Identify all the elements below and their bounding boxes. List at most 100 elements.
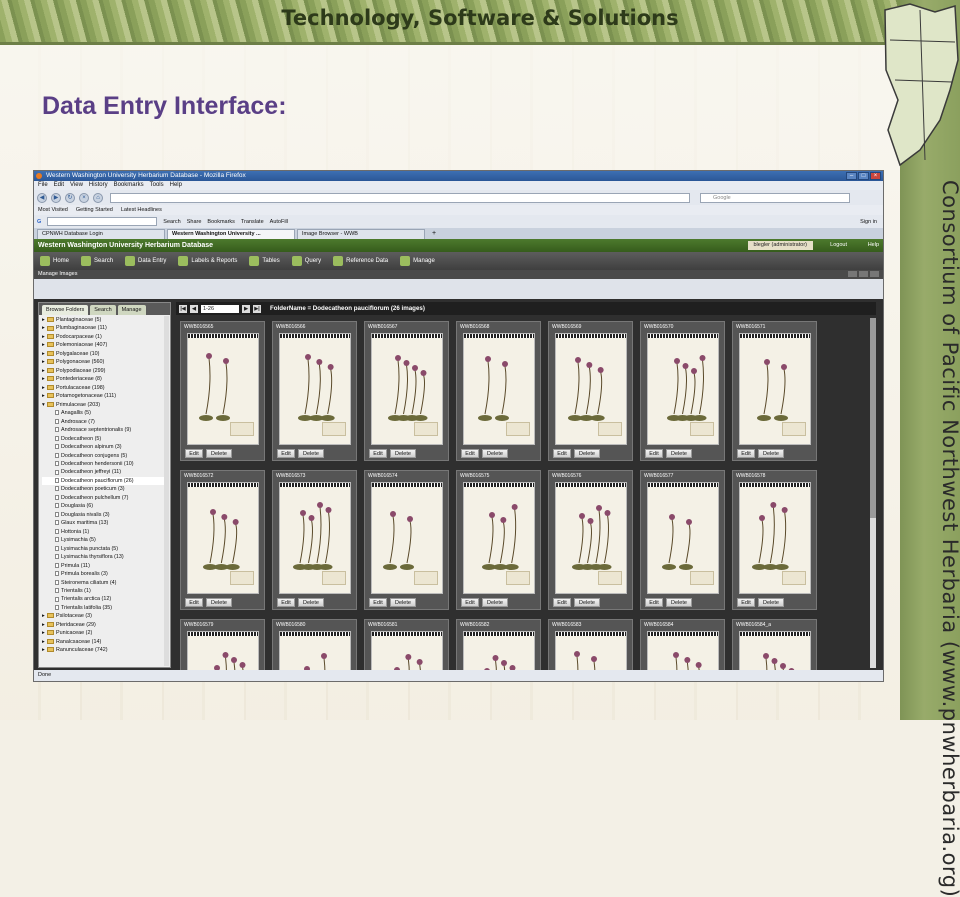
tree-leaf-item[interactable]: Douglasia nivalis (3) <box>42 511 166 519</box>
edit-button[interactable]: Edit <box>737 598 755 607</box>
last-page-button[interactable]: ▶| <box>253 304 261 313</box>
delete-button[interactable]: Delete <box>298 598 324 607</box>
tree-leaf-item[interactable]: Lysimachia punctata (5) <box>42 545 166 553</box>
nav-query[interactable]: Query <box>291 256 321 266</box>
specimen-card[interactable]: WWB016578 Edit Delete <box>732 470 817 610</box>
tree-leaf-item[interactable]: Trientalis (1) <box>42 587 166 595</box>
first-page-button[interactable]: |◀ <box>179 304 187 313</box>
tree-leaf-item[interactable]: Androsace septentrionalis (9) <box>42 426 166 434</box>
specimen-card[interactable]: WWB016573 Edit Delete <box>272 470 357 610</box>
tree-leaf-item[interactable]: Dodecatheon poeticum (3) <box>42 485 166 493</box>
edit-button[interactable]: Edit <box>185 449 203 458</box>
tree-leaf-item[interactable]: Dodecatheon (5) <box>42 435 166 443</box>
specimen-card[interactable]: WWB016568 Edit Delete <box>456 321 541 461</box>
specimen-thumbnail[interactable] <box>739 482 811 594</box>
delete-button[interactable]: Delete <box>482 449 508 458</box>
gtool-search[interactable]: Search <box>163 219 180 225</box>
search-input[interactable]: Google <box>700 192 850 203</box>
gtool-signin[interactable]: Sign in <box>860 219 877 225</box>
tab-browse-folders[interactable]: Browse Folders <box>42 305 89 315</box>
forward-button[interactable]: ▶ <box>51 192 61 203</box>
back-button[interactable]: ◀ <box>37 192 47 203</box>
home-button[interactable]: ⌂ <box>93 192 103 203</box>
tree-leaf-item[interactable]: Douglasia (6) <box>42 502 166 510</box>
edit-button[interactable]: Edit <box>185 598 203 607</box>
image-grid-scrollbar[interactable] <box>870 318 876 668</box>
specimen-card[interactable]: WWB016574 Edit Delete <box>364 470 449 610</box>
menu-help[interactable]: Help <box>170 181 182 190</box>
next-page-button[interactable]: ▶ <box>242 304 250 313</box>
tree-folder-item[interactable]: ▸ Pteridaceae (29) <box>42 621 166 629</box>
nav-reference-data[interactable]: Reference Data <box>333 256 388 266</box>
panel-close-button[interactable] <box>870 271 879 277</box>
tree-folder-item[interactable]: ▸ Ranalcsaceae (14) <box>42 638 166 646</box>
scrollbar-thumb[interactable] <box>870 318 876 518</box>
panel-maximize-button[interactable] <box>859 271 868 277</box>
tree-leaf-item[interactable]: Dodecatheon alpinum (3) <box>42 443 166 451</box>
delete-button[interactable]: Delete <box>666 449 692 458</box>
edit-button[interactable]: Edit <box>553 449 571 458</box>
minimize-button[interactable]: – <box>846 172 857 180</box>
edit-button[interactable]: Edit <box>553 598 571 607</box>
help-link[interactable]: Help <box>868 239 879 252</box>
gtool-share[interactable]: Share <box>187 219 202 225</box>
nav-data-entry[interactable]: Data Entry <box>125 256 166 266</box>
tree-leaf-item[interactable]: Primula (11) <box>42 562 166 570</box>
tree-folder-item[interactable]: ▸ Polygonaceae (560) <box>42 358 166 366</box>
specimen-card[interactable]: WWB016569 Edit Delete <box>548 321 633 461</box>
delete-button[interactable]: Delete <box>390 598 416 607</box>
specimen-thumbnail[interactable] <box>555 333 627 445</box>
tree-leaf-item[interactable]: Steironema ciliatum (4) <box>42 579 166 587</box>
nav-home[interactable]: Home <box>40 256 69 266</box>
google-search-input[interactable] <box>47 217 158 226</box>
tab-search[interactable]: Search <box>90 305 116 315</box>
tree-leaf-item[interactable]: Lysimachia (5) <box>42 536 166 544</box>
page-range-select[interactable]: 1-26 <box>201 304 239 313</box>
specimen-card[interactable]: WWB016572 Edit Delete <box>180 470 265 610</box>
tree-leaf-item[interactable]: Glaux maritima (13) <box>42 519 166 527</box>
edit-button[interactable]: Edit <box>461 598 479 607</box>
menu-bookmarks[interactable]: Bookmarks <box>114 181 144 190</box>
specimen-thumbnail[interactable] <box>463 333 535 445</box>
delete-button[interactable]: Delete <box>206 449 232 458</box>
url-field[interactable] <box>110 192 690 203</box>
bookmark-latest-headlines[interactable]: Latest Headlines <box>121 205 162 215</box>
tree-leaf-item[interactable]: Anagallis (5) <box>42 409 166 417</box>
tree-folder-item[interactable]: ▾ Primulaceae (203) <box>42 401 166 409</box>
tree-leaf-item[interactable]: Trientalis arctica (12) <box>42 595 166 603</box>
menu-history[interactable]: History <box>89 181 108 190</box>
logout-link[interactable]: Logout <box>830 239 847 252</box>
edit-button[interactable]: Edit <box>645 598 663 607</box>
specimen-thumbnail[interactable] <box>371 333 443 445</box>
delete-button[interactable]: Delete <box>666 598 692 607</box>
specimen-thumbnail[interactable] <box>279 482 351 594</box>
reload-button[interactable]: ↻ <box>65 192 75 203</box>
specimen-thumbnail[interactable] <box>371 482 443 594</box>
delete-button[interactable]: Delete <box>758 449 784 458</box>
tree-folder-item[interactable]: ▸ Podocarpaceae (1) <box>42 333 166 341</box>
stop-button[interactable]: × <box>79 192 89 203</box>
menu-view[interactable]: View <box>70 181 83 190</box>
edit-button[interactable]: Edit <box>369 449 387 458</box>
bookmark-getting-started[interactable]: Getting Started <box>76 205 113 215</box>
tree-folder-item[interactable]: ▸ Portulacaceae (198) <box>42 384 166 392</box>
menu-tools[interactable]: Tools <box>150 181 164 190</box>
tree-folder-item[interactable]: ▸ Plumbaginaceae (11) <box>42 324 166 332</box>
nav-labels-reports[interactable]: Labels & Reports <box>178 256 237 266</box>
tree-folder-item[interactable]: ▸ Ranunculaceae (742) <box>42 646 166 654</box>
tree-leaf-item[interactable]: Dodecatheon hendersonii (10) <box>42 460 166 468</box>
tree-leaf-item[interactable]: Androsace (7) <box>42 418 166 426</box>
tree-folder-item[interactable]: ▸ Pontederiaceae (8) <box>42 375 166 383</box>
specimen-thumbnail[interactable] <box>187 333 259 445</box>
new-tab-button[interactable]: + <box>427 229 441 239</box>
edit-button[interactable]: Edit <box>369 598 387 607</box>
prev-page-button[interactable]: ◀ <box>190 304 198 313</box>
nav-search[interactable]: Search <box>81 256 113 266</box>
delete-button[interactable]: Delete <box>482 598 508 607</box>
specimen-thumbnail[interactable] <box>555 482 627 594</box>
delete-button[interactable]: Delete <box>574 598 600 607</box>
specimen-thumbnail[interactable] <box>187 482 259 594</box>
tree-folder-item[interactable]: ▸ Polygalaceae (10) <box>42 350 166 358</box>
tree-folder-item[interactable]: ▸ Polemoniaceae (407) <box>42 341 166 349</box>
maximize-button[interactable]: □ <box>858 172 869 180</box>
